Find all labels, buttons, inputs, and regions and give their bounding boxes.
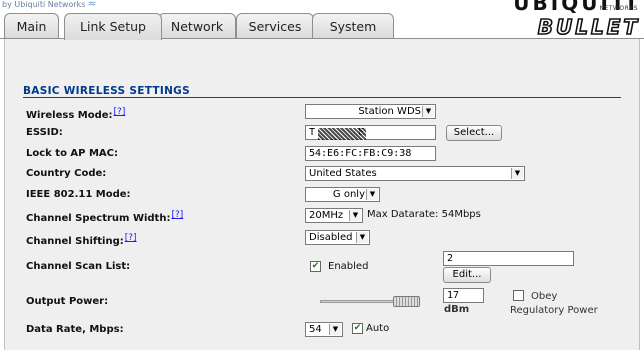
vendor-logo-text: by Ubiquiti Networks xyxy=(2,0,86,9)
channel-shifting-select[interactable]: Disabled ▼ xyxy=(305,230,370,245)
obey-regulatory-checkbox[interactable] xyxy=(513,290,524,301)
help-link-channel-shifting[interactable]: [?] xyxy=(125,233,137,243)
chevron-down-icon: ▼ xyxy=(511,168,523,179)
tab-main[interactable]: Main xyxy=(4,13,59,39)
scan-list-enabled-checkbox[interactable]: ✔ xyxy=(310,261,321,272)
data-rate-auto-checkbox[interactable]: ✔ xyxy=(352,323,363,334)
channel-shifting-value: Disabled xyxy=(309,232,353,243)
country-code-label: Country Code: xyxy=(26,168,107,179)
output-power-input[interactable]: 17 xyxy=(443,288,484,303)
wireless-mode-select[interactable]: Station WDS ▼ xyxy=(305,104,436,119)
vendor-logo: by Ubiquiti Networks ≈ xyxy=(2,0,97,10)
channel-shifting-label: Channel Shifting:[?] xyxy=(26,233,137,247)
redaction-mark xyxy=(318,128,366,140)
scan-list-enabled-label: Enabled xyxy=(328,261,369,272)
tab-services[interactable]: Services xyxy=(236,13,314,39)
help-link-channel-width[interactable]: [?] xyxy=(171,210,183,220)
output-power-label: Output Power: xyxy=(26,296,109,307)
channel-width-select[interactable]: 20MHz ▼ xyxy=(305,208,363,223)
wireless-mode-label-text: Wireless Mode: xyxy=(26,110,113,121)
ieee-mode-label: IEEE 802.11 Mode: xyxy=(26,189,131,200)
max-datarate-note: Max Datarate: 54Mbps xyxy=(367,209,481,220)
check-icon: ✔ xyxy=(311,261,320,271)
chevron-down-icon: ▼ xyxy=(356,232,368,243)
chevron-down-icon: ▼ xyxy=(366,189,378,200)
essid-label: ESSID: xyxy=(26,127,63,138)
lock-ap-mac-label: Lock to AP MAC: xyxy=(26,148,119,159)
chevron-down-icon: ▼ xyxy=(329,324,341,335)
ieee-mode-select[interactable]: G only ▼ xyxy=(305,187,380,202)
tab-system[interactable]: System xyxy=(312,13,394,39)
swoosh-icon: ≈ xyxy=(87,0,97,10)
help-link-wireless-mode[interactable]: [?] xyxy=(114,107,126,117)
regulatory-power-label: Regulatory Power xyxy=(510,305,598,316)
select-ssid-button[interactable]: Select... xyxy=(446,125,502,141)
ieee-mode-value: G only xyxy=(332,189,365,200)
chevron-down-icon: ▼ xyxy=(349,210,361,221)
section-divider xyxy=(23,97,621,98)
data-rate-auto-label: Auto xyxy=(366,323,390,334)
wireless-mode-value: Station WDS xyxy=(358,106,421,117)
data-rate-select[interactable]: 54 ▼ xyxy=(305,322,343,337)
channel-scan-list-label: Channel Scan List: xyxy=(26,261,131,272)
channel-shifting-label-text: Channel Shifting: xyxy=(26,236,124,247)
data-rate-label: Data Rate, Mbps: xyxy=(26,324,124,335)
section-title: BASIC WIRELESS SETTINGS xyxy=(23,85,190,97)
tab-link-setup[interactable]: Link Setup xyxy=(64,13,162,40)
chevron-down-icon: ▼ xyxy=(422,106,434,117)
lock-ap-mac-input[interactable]: 54:E6:FC:FB:C9:38 xyxy=(305,146,436,161)
output-power-slider-handle[interactable] xyxy=(393,296,420,307)
channel-width-label-text: Channel Spectrum Width: xyxy=(26,213,171,224)
essid-value: T xyxy=(309,127,316,138)
edit-scan-list-button[interactable]: Edit... xyxy=(443,267,491,283)
data-rate-value: 54 xyxy=(309,324,322,335)
wireless-mode-label: Wireless Mode:[?] xyxy=(26,107,125,121)
channel-width-label: Channel Spectrum Width:[?] xyxy=(26,210,183,224)
bullet-logo: BULLET xyxy=(537,14,640,40)
check-icon: ✔ xyxy=(353,323,362,333)
country-code-value: United States xyxy=(309,168,377,179)
output-power-unit: dBm xyxy=(444,304,470,315)
tab-network[interactable]: Network xyxy=(158,13,236,39)
channel-width-value: 20MHz xyxy=(309,210,344,221)
channel-scan-list-input[interactable]: 2 xyxy=(443,251,574,266)
country-code-select[interactable]: United States ▼ xyxy=(305,166,525,181)
networks-caption: NETWORKS xyxy=(599,5,638,12)
obey-label: Obey xyxy=(531,291,558,302)
